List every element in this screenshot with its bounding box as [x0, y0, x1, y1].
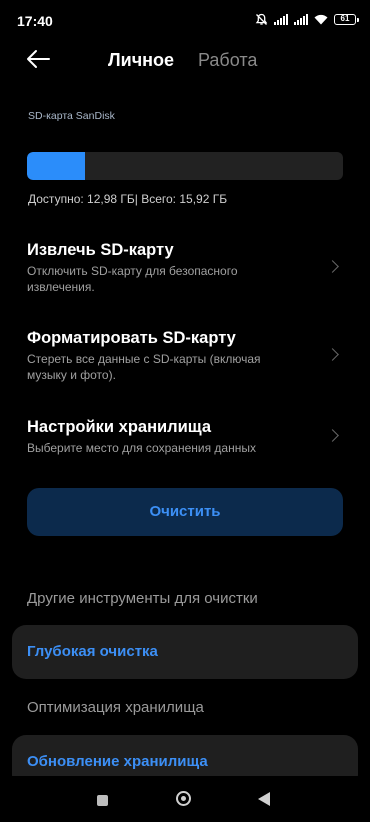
arrow-left-icon[interactable] — [25, 48, 51, 70]
sd-card-name: SD-карта SanDisk — [28, 110, 115, 122]
storage-usage-bar — [27, 152, 343, 180]
item-title: Извлечь SD-карту — [27, 241, 174, 259]
header: Личное Работа — [0, 40, 370, 80]
tab-personal[interactable]: Личное — [108, 50, 174, 71]
item-description: Отключить SD-карту для безопасного извле… — [27, 264, 238, 294]
battery-icon: 61 — [334, 14, 359, 25]
wifi-icon — [314, 14, 328, 25]
deep-clean-label: Глубокая очистка — [27, 643, 158, 660]
storage-settings-item[interactable]: Настройки хранилища Выберите место для с… — [27, 417, 343, 456]
item-description: Стереть все данные с SD-карты (включая м… — [27, 352, 261, 382]
item-title: Настройки хранилища — [27, 418, 212, 436]
navigation-bar — [0, 776, 370, 822]
other-tools-section-title: Другие инструменты для очистки — [27, 590, 258, 607]
back-icon[interactable] — [258, 792, 270, 806]
item-title: Форматировать SD-карту — [27, 329, 236, 347]
storage-available-text: Доступно: 12,98 ГБ| Всего: 15,92 ГБ — [28, 192, 228, 206]
item-description: Выберите место для сохранения данных — [27, 441, 256, 455]
mute-icon — [255, 13, 268, 25]
tab-work[interactable]: Работа — [198, 50, 257, 71]
status-bar: 17:40 61 — [0, 0, 370, 42]
signal-icon — [294, 14, 308, 25]
status-time: 17:40 — [17, 13, 53, 29]
eject-sd-item[interactable]: Извлечь SD-карту Отключить SD-карту для … — [27, 240, 343, 295]
status-icons: 61 — [255, 13, 359, 26]
format-sd-item[interactable]: Форматировать SD-карту Стереть все данны… — [27, 328, 343, 383]
home-icon[interactable] — [176, 791, 191, 806]
storage-optimization-title: Оптимизация хранилища — [27, 699, 204, 716]
chevron-right-icon — [326, 260, 339, 273]
signal-icon — [274, 14, 288, 25]
battery-level: 61 — [340, 14, 350, 23]
clean-button[interactable]: Очистить — [27, 488, 343, 536]
recents-icon[interactable] — [97, 795, 108, 806]
chevron-right-icon — [326, 348, 339, 361]
deep-clean-card[interactable]: Глубокая очистка — [12, 625, 358, 679]
update-storage-label: Обновление хранилища — [27, 753, 208, 770]
storage-usage-fill — [27, 152, 86, 180]
